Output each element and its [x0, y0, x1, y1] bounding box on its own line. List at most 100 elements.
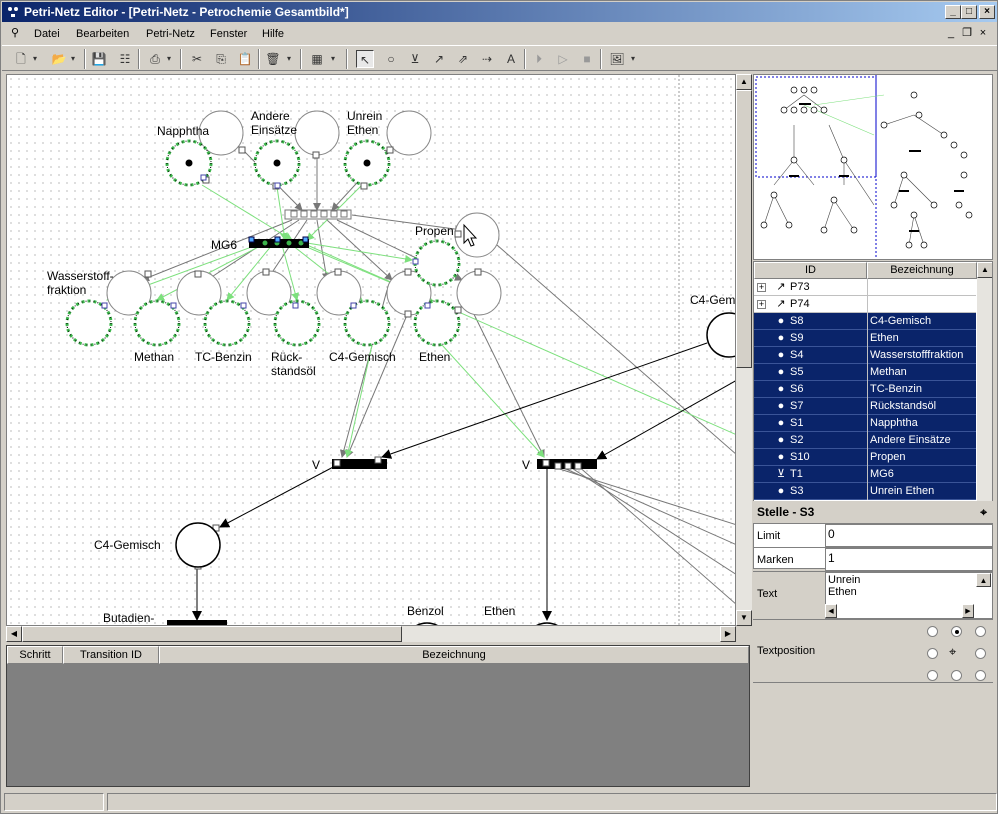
scroll-thumb[interactable]	[736, 90, 752, 368]
menu-petri-netz[interactable]: Petri-Netz	[146, 28, 195, 40]
canvas-vertical-scrollbar[interactable]: ▲ ▼	[736, 74, 752, 626]
scroll-left-icon[interactable]: ◀	[6, 626, 22, 642]
handle[interactable]	[101, 302, 108, 309]
minimize-button[interactable]: _	[945, 5, 961, 19]
place-c4-gem-right[interactable]	[706, 312, 736, 358]
handle[interactable]	[454, 230, 462, 238]
textpos-radio-w[interactable]	[927, 648, 938, 659]
save-icon[interactable]: 💾	[90, 50, 108, 68]
image-dropdown-icon[interactable]: ▾	[628, 50, 638, 68]
scroll-thumb[interactable]	[22, 626, 402, 642]
scroll-right-icon[interactable]: ▶	[962, 604, 974, 618]
textpos-radio-n[interactable]	[951, 626, 962, 637]
col-bezeichnung[interactable]: Bezeichnung	[867, 262, 977, 279]
handle[interactable]	[386, 146, 394, 154]
handle[interactable]	[262, 268, 270, 276]
textpos-radio-sw[interactable]	[927, 670, 938, 681]
maximize-button[interactable]: □	[961, 5, 977, 19]
handle[interactable]	[350, 302, 357, 309]
scroll-up-icon[interactable]: ▲	[976, 573, 991, 587]
place[interactable]	[454, 212, 500, 258]
delete-icon[interactable]: 🗑	[264, 50, 282, 68]
place[interactable]	[294, 110, 340, 156]
handle[interactable]	[144, 270, 152, 278]
limit-field[interactable]: 0	[825, 524, 993, 547]
handle[interactable]	[240, 302, 247, 309]
expand-icon[interactable]: +	[757, 300, 766, 309]
col-bezeichnung[interactable]: Bezeichnung	[159, 646, 749, 664]
scroll-right-icon[interactable]: ▶	[720, 626, 736, 642]
handle[interactable]	[454, 306, 462, 314]
delete-dropdown-icon[interactable]: ▾	[284, 50, 294, 68]
arc[interactable]	[201, 184, 293, 241]
stop-icon[interactable]: ■	[578, 50, 596, 68]
handle[interactable]	[312, 151, 320, 159]
arc[interactable]	[219, 464, 338, 528]
col-schritt[interactable]: Schritt	[7, 646, 63, 664]
marken-field[interactable]: 1	[825, 548, 993, 571]
play-icon[interactable]: ▷	[554, 50, 572, 68]
print-icon[interactable]: ⎙	[146, 50, 164, 68]
arc[interactable]	[576, 464, 736, 605]
table-row[interactable]: ● S7 Rückstandsöl	[754, 398, 976, 415]
new-dropdown-icon[interactable]: ▾	[30, 50, 40, 68]
arc2-tool-icon[interactable]: ⇗	[454, 50, 472, 68]
text-field[interactable]: Unrein Ethen ▲ ◀ ▶	[825, 572, 993, 619]
menu-fenster[interactable]: Fenster	[210, 28, 247, 40]
petri-net-canvas[interactable]: Napphtha Andere Einsätze Unrein Ethen Pr…	[6, 74, 736, 626]
arc[interactable]	[466, 299, 545, 458]
select-tool-icon[interactable]: ↖	[356, 50, 374, 68]
table-row[interactable]: ● S2 Andere Einsätze	[754, 432, 976, 449]
handle[interactable]	[170, 302, 177, 309]
handle[interactable]	[238, 146, 246, 154]
cut-icon[interactable]: ✂	[188, 50, 206, 68]
place[interactable]	[386, 110, 432, 156]
grid-icon[interactable]: ▦	[308, 50, 326, 68]
handle[interactable]	[274, 182, 281, 189]
petri-net-drawing[interactable]: Napphtha Andere Einsätze Unrein Ethen Pr…	[7, 75, 736, 626]
target-icon[interactable]: ⌖	[980, 501, 987, 523]
print-dropdown-icon[interactable]: ▾	[164, 50, 174, 68]
handle[interactable]	[292, 302, 299, 309]
textpos-radio-ne[interactable]	[975, 626, 986, 637]
table-row[interactable]: + ↗ P73	[754, 279, 976, 296]
arc[interactable]	[496, 244, 736, 455]
scroll-up-icon[interactable]: ▲	[736, 74, 752, 90]
expand-icon[interactable]: +	[757, 283, 766, 292]
table-row[interactable]: ● S6 TC-Benzin	[754, 381, 976, 398]
arc3-tool-icon[interactable]: ⇢	[478, 50, 496, 68]
table-row[interactable]: ● S10 Propen	[754, 449, 976, 466]
textpos-radio-nw[interactable]	[927, 626, 938, 637]
table-row[interactable]: ● S5 Methan	[754, 364, 976, 381]
menu-hilfe[interactable]: Hilfe	[262, 28, 284, 40]
handle[interactable]	[474, 268, 482, 276]
arc[interactable]	[546, 464, 736, 525]
handle[interactable]	[334, 268, 342, 276]
mdi-close-icon[interactable]: ×	[976, 27, 990, 41]
col-id[interactable]: ID	[754, 262, 867, 279]
transition-tool-icon[interactable]: ⊻	[406, 50, 424, 68]
arc[interactable]	[566, 464, 736, 575]
table-row[interactable]: ● S8 C4-Gemisch	[754, 313, 976, 330]
open-dropdown-icon[interactable]: ▾	[68, 50, 78, 68]
col-transition-id[interactable]: Transition ID	[63, 646, 159, 664]
place-tool-icon[interactable]: ○	[382, 50, 400, 68]
overview-drawing[interactable]	[754, 75, 993, 260]
scroll-down-icon[interactable]: ▼	[736, 610, 752, 626]
close-button[interactable]: ×	[979, 5, 995, 19]
handle[interactable]	[404, 268, 412, 276]
table-row[interactable]: + ↗ P74	[754, 296, 976, 313]
image-icon[interactable]: 🖼	[608, 50, 626, 68]
arc[interactable]	[596, 380, 736, 460]
text-tool-icon[interactable]: A	[502, 50, 520, 68]
table-row[interactable]: ● S1 Napphtha	[754, 415, 976, 432]
textpos-radio-se[interactable]	[975, 670, 986, 681]
arc[interactable]	[441, 344, 545, 458]
table-row[interactable]: ⊻ T1 MG6	[754, 466, 976, 483]
paste-icon[interactable]: 📋	[236, 50, 254, 68]
handle[interactable]	[200, 174, 207, 181]
arc[interactable]	[556, 464, 736, 545]
mdi-restore-icon[interactable]: ❐	[960, 27, 974, 41]
handle[interactable]	[404, 310, 412, 318]
new-icon[interactable]: 🗋	[12, 50, 30, 68]
